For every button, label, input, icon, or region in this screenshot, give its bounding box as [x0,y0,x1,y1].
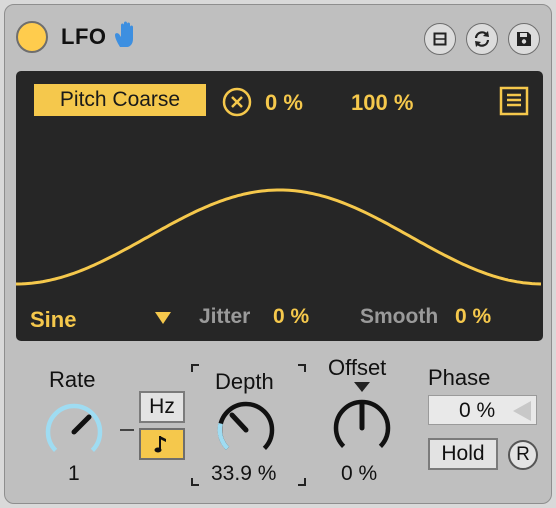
hot-swap-button[interactable] [466,23,498,55]
device-title-bar: LFO [5,5,551,63]
device-power-button[interactable] [16,21,48,53]
sync-mode-button[interactable] [139,428,185,460]
hold-label: Hold [441,442,485,465]
expand-button[interactable] [424,23,456,55]
hot-swap-icon [474,31,490,47]
phase-value: 0 % [459,399,496,422]
menu-icon[interactable] [498,85,530,117]
retrigger-button[interactable]: R [508,440,538,470]
depth-bracket [191,364,199,372]
depth-knob[interactable] [211,395,281,465]
depth-value: 33.9 % [211,462,277,485]
hz-mode-button[interactable]: Hz [139,391,185,423]
clear-mapping-icon[interactable] [222,87,252,117]
offset-center-marker-icon [354,382,370,392]
waveform-shape-value[interactable]: Sine [30,307,76,333]
rate-mode-connector [120,429,134,431]
depth-bracket [298,478,306,486]
retrigger-label: R [516,444,530,465]
phase-label: Phase [428,365,491,390]
offset-label: Offset [328,355,387,380]
chevron-down-icon[interactable] [154,311,172,325]
offset-value: 0 % [341,462,378,485]
phase-slider[interactable]: 0 % [428,395,537,425]
note-icon [154,436,166,453]
offset-knob[interactable] [327,393,397,463]
save-preset-button[interactable] [508,23,540,55]
slider-pointer-icon [513,401,531,421]
range-max-value[interactable]: 100 % [351,90,413,116]
depth-label: Depth [215,369,274,394]
hold-button[interactable]: Hold [428,438,498,470]
depth-bracket [298,364,306,372]
mapped-parameter-button[interactable]: Pitch Coarse [34,84,206,116]
device-title: LFO [61,24,107,49]
smooth-label: Smooth [360,305,439,328]
expand-icon [433,32,447,46]
jitter-value[interactable]: 0 % [273,305,309,329]
depth-bracket [191,478,199,486]
rate-value: 1 [68,462,80,485]
smooth-value[interactable]: 0 % [455,305,491,329]
lfo-display: Pitch Coarse 0 % 100 % Sine Jitter 0 % S… [16,71,543,341]
save-icon [517,32,531,46]
range-min-value[interactable]: 0 % [265,90,303,116]
rate-knob[interactable] [39,397,109,467]
lfo-device: LFO Pitch Coarse 0 % 100 % Sine Jitter 0… [4,4,552,504]
hand-icon[interactable] [113,20,141,50]
hz-mode-label: Hz [149,395,175,418]
rate-label: Rate [49,367,96,392]
waveform-line [16,188,542,286]
jitter-label: Jitter [199,305,251,328]
waveform-display [16,188,542,286]
mapped-parameter-label: Pitch Coarse [59,87,181,111]
